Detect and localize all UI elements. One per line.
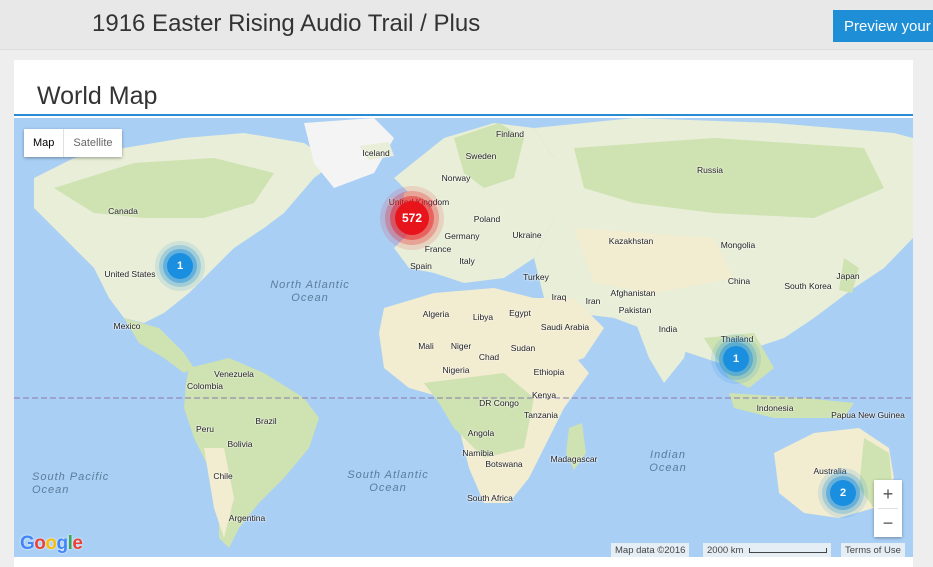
country-label: Afghanistan [610, 288, 656, 298]
country-label: Tanzania [523, 410, 559, 420]
title-divider [14, 114, 913, 116]
panel-title: World Map [37, 82, 158, 110]
terms-of-use-link[interactable]: Terms of Use [841, 543, 905, 557]
country-label: Japan [836, 271, 860, 281]
zoom-out-button[interactable]: − [874, 509, 902, 537]
country-label: Turkey [523, 272, 549, 282]
country-label: France [424, 244, 452, 254]
world-map-panel: World Map Finland Iceland Sweden Norway … [14, 60, 913, 567]
country-label: Angola [467, 428, 495, 438]
country-label: China [727, 276, 751, 286]
country-label: Sweden [465, 151, 497, 161]
country-label: Bolivia [227, 439, 253, 449]
country-label: Iran [585, 296, 601, 306]
logo-letter: o [34, 533, 46, 554]
country-label: South Korea [784, 281, 832, 291]
country-label: Kazakhstan [608, 236, 654, 246]
country-label: Iraq [551, 292, 567, 302]
country-label: Australia [813, 466, 847, 476]
country-label: Peru [196, 424, 214, 434]
country-label: Niger [450, 341, 472, 351]
country-label: Chad [478, 352, 500, 362]
cluster-europe[interactable]: 572 [395, 201, 429, 235]
zoom-control: + − [874, 480, 902, 537]
country-label: Argentina [228, 513, 266, 523]
country-label: Colombia [187, 381, 223, 391]
country-label: Egypt [509, 308, 531, 318]
map-data-attribution: Map data ©2016 [611, 543, 690, 557]
country-label: United States [104, 269, 156, 279]
map-type-map-button[interactable]: Map [24, 129, 64, 157]
country-label: Chile [213, 471, 233, 481]
country-label: Spain [410, 261, 432, 271]
logo-letter: g [56, 533, 69, 554]
country-label: Brazil [255, 416, 277, 426]
country-label: Namibia [462, 448, 494, 458]
country-label: South Africa [467, 493, 513, 503]
country-label: Russia [697, 165, 723, 175]
preview-button[interactable]: Preview your [833, 10, 933, 42]
google-logo: Google [20, 533, 83, 555]
country-label: Mali [418, 341, 434, 351]
map-base-layer [14, 118, 913, 548]
country-label: DR Congo [479, 398, 519, 408]
world-map[interactable]: Finland Iceland Sweden Norway Russia Can… [14, 118, 913, 557]
country-label: India [658, 324, 678, 334]
country-label: Papua New Guinea [831, 410, 905, 420]
country-label: Ethiopia [533, 367, 565, 377]
map-type-satellite-button[interactable]: Satellite [63, 129, 122, 157]
logo-letter: o [45, 533, 57, 554]
country-label: Madagascar [550, 454, 598, 464]
map-type-control: Map Satellite [24, 129, 122, 157]
central-africa-forest [424, 373, 534, 458]
scale-label: 2000 km [707, 544, 744, 556]
cluster-thailand[interactable]: 1 [723, 346, 749, 372]
ocean-label: North Atlantic Ocean [270, 279, 350, 304]
country-label: Sudan [510, 343, 536, 353]
country-label: Germany [444, 231, 480, 241]
country-label: Mexico [113, 321, 141, 331]
country-label: Canada [108, 206, 138, 216]
country-label: Kenya [531, 390, 557, 400]
ocean-label: South Pacific Ocean [32, 471, 110, 496]
ocean-label: South Atlantic Ocean [347, 469, 429, 494]
ocean-label: Indian Ocean [649, 449, 687, 474]
country-label: Algeria [422, 309, 450, 319]
country-label: Libya [472, 312, 494, 322]
top-bar: 1916 Easter Rising Audio Trail / Plus Pr… [0, 0, 933, 50]
country-label: Pakistan [618, 305, 652, 315]
country-label: Iceland [362, 148, 390, 158]
scale-bar [749, 547, 828, 553]
cluster-australia[interactable]: 2 [830, 480, 856, 506]
country-label: Botswana [485, 459, 523, 469]
zoom-in-button[interactable]: + [874, 480, 902, 508]
country-label: Mongolia [720, 240, 756, 250]
country-label: Saudi Arabia [540, 322, 590, 332]
country-label: Ukraine [512, 230, 542, 240]
logo-letter: G [20, 533, 35, 554]
country-label: Thailand [720, 334, 754, 344]
app-title: 1916 Easter Rising Audio Trail / Plus [92, 10, 481, 37]
cluster-united-states[interactable]: 1 [167, 253, 193, 279]
country-label: Venezuela [214, 369, 254, 379]
country-label: Poland [473, 214, 501, 224]
country-label: Norway [441, 173, 471, 183]
country-label: Finland [496, 129, 524, 139]
logo-letter: e [72, 533, 83, 554]
scale-indicator: 2000 km [703, 543, 832, 557]
country-label: Italy [459, 256, 475, 266]
country-label: Indonesia [756, 403, 794, 413]
country-label: Nigeria [442, 365, 470, 375]
